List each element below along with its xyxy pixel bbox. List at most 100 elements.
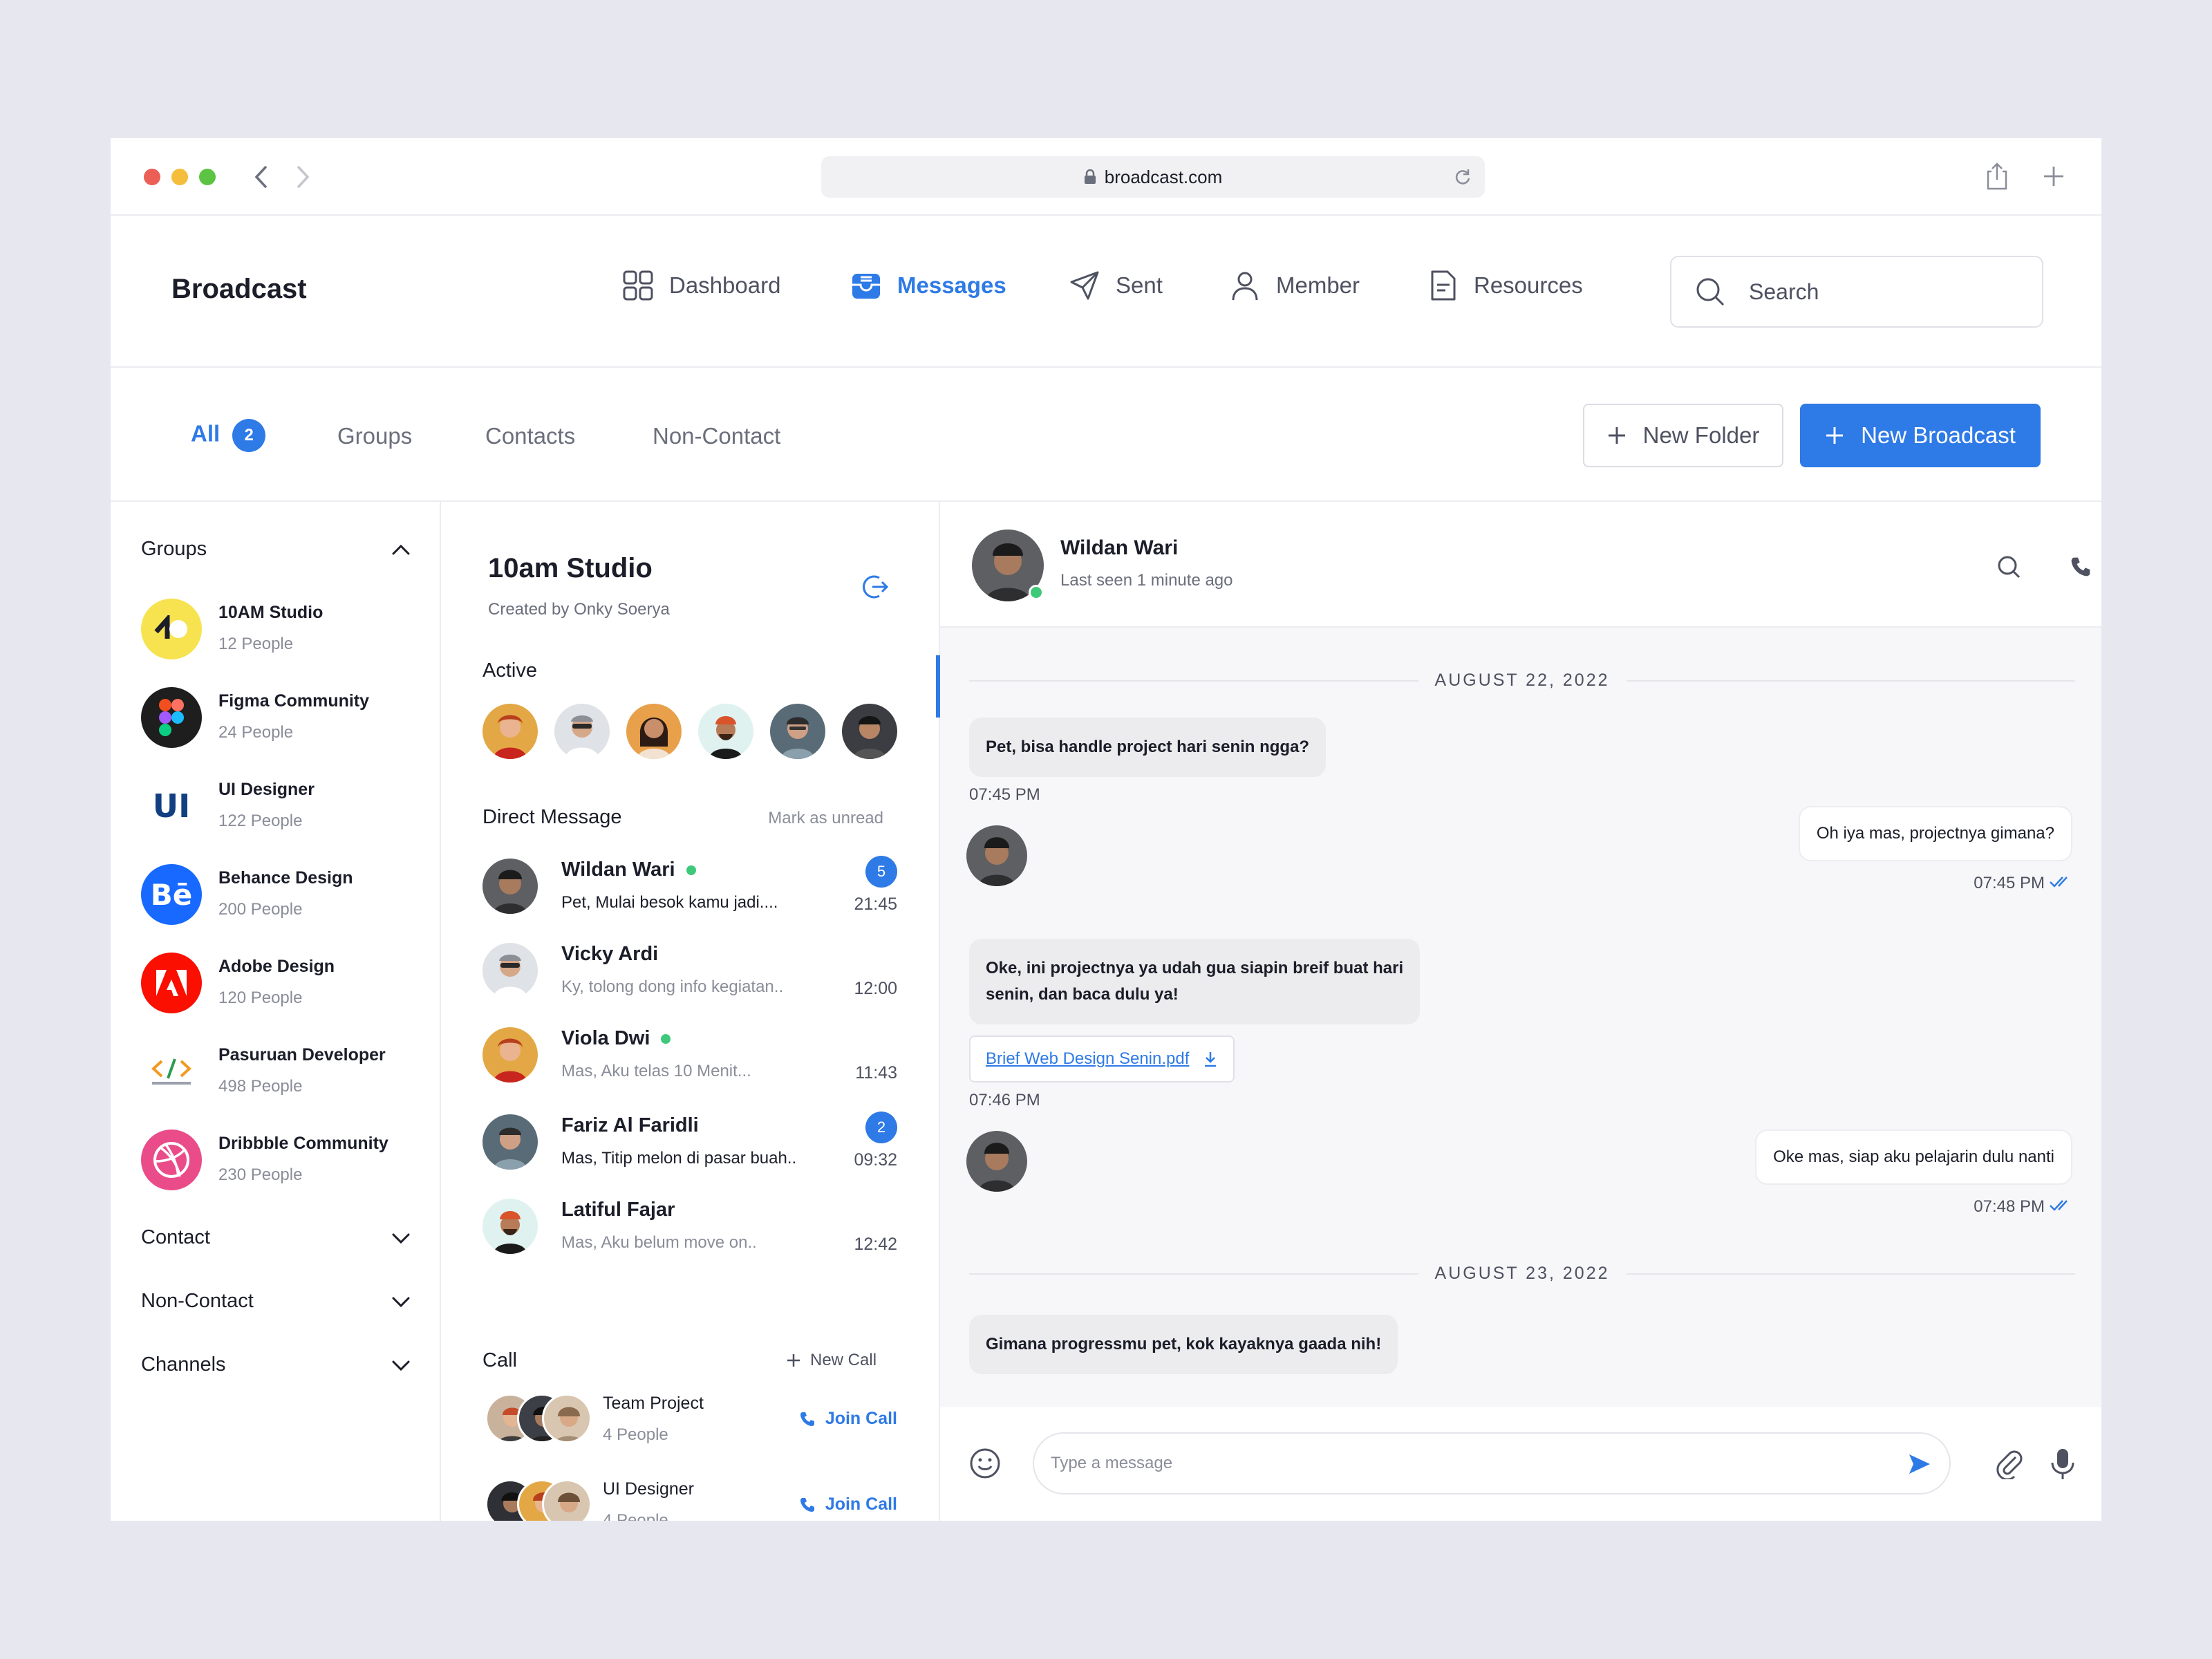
active-user-avatar[interactable] — [482, 704, 538, 759]
phone-icon — [800, 1412, 814, 1426]
chat-header: Wildan Wari Last seen 1 minute ago — [940, 502, 2101, 628]
active-user-avatar[interactable] — [554, 704, 610, 759]
nav-dashboard[interactable]: Dashboard — [622, 270, 780, 301]
dm-item-viola-dwi[interactable]: Viola Dwi Mas, Aku telas 10 Menit... 11:… — [482, 1024, 897, 1094]
group-item-figma-community[interactable]: Figma Community 24 People — [141, 687, 431, 753]
dm-item-latiful-fajar[interactable]: Latiful Fajar Mas, Aku belum move on.. 1… — [482, 1196, 897, 1265]
dm-item-vicky-ardi[interactable]: Vicky Ardi Ky, tolong dong info kegiatan… — [482, 940, 897, 1009]
group-name: 10AM Studio — [218, 603, 324, 622]
join-call-label: Join Call — [825, 1494, 897, 1514]
behance-logo: Bē — [141, 864, 202, 925]
close-window-button[interactable] — [144, 169, 160, 185]
group-creator: Created by Onky Soerya — [488, 600, 670, 619]
double-check-icon — [2050, 877, 2068, 888]
mark-as-unread-link[interactable]: Mark as unread — [718, 809, 883, 828]
reload-icon[interactable] — [1453, 167, 1472, 187]
avatar — [542, 1479, 592, 1521]
join-call-button[interactable]: Join Call — [799, 1494, 897, 1515]
group-item-pasuruan-developer[interactable]: Pasuruan Developer 498 People — [141, 1041, 431, 1107]
nav-member[interactable]: Member — [1229, 270, 1360, 301]
call-item-team-project[interactable]: Team Project 4 People Join Call — [482, 1388, 897, 1457]
phone-icon[interactable] — [2070, 556, 2092, 578]
tab-all-label: All — [191, 420, 221, 447]
double-check-icon — [2050, 1200, 2068, 1211]
sender-avatar — [966, 1131, 1027, 1192]
figma-logo — [141, 687, 202, 748]
message-time: 07:45 PM — [969, 785, 1040, 804]
forward-icon[interactable] — [294, 165, 311, 189]
active-user-avatar[interactable] — [698, 704, 753, 759]
dm-preview: Mas, Aku telas 10 Menit... — [561, 1062, 751, 1080]
new-folder-button[interactable]: New Folder — [1583, 404, 1783, 467]
app-header: Broadcast Dashboard Messages Sent Member… — [111, 216, 2101, 368]
new-call-button[interactable]: New Call — [787, 1351, 877, 1370]
address-bar[interactable]: broadcast.com — [821, 156, 1485, 198]
inbox-icon — [852, 274, 880, 299]
tab-non-contact[interactable]: Non-Contact — [653, 423, 780, 449]
call-item-ui-designer[interactable]: UI Designer 4 People Join Call — [482, 1474, 897, 1521]
leave-group-icon[interactable] — [863, 574, 889, 600]
file-attachment[interactable]: Brief Web Design Senin.pdf — [969, 1035, 1235, 1082]
microphone-icon[interactable] — [2050, 1447, 2075, 1481]
date-separator: AUGUST 22, 2022 — [969, 671, 2076, 691]
maximize-window-button[interactable] — [199, 169, 216, 185]
tab-contacts[interactable]: Contacts — [485, 423, 575, 449]
group-name: Adobe Design — [218, 957, 335, 976]
download-icon[interactable] — [1203, 1051, 1218, 1067]
back-icon[interactable] — [253, 165, 270, 189]
dm-item-wildan-wari[interactable]: Wildan Wari Pet, Mulai besok kamu jadi..… — [482, 856, 897, 925]
message-composer: Type a message — [940, 1407, 2101, 1521]
nav-sent[interactable]: Sent — [1069, 270, 1163, 301]
message-input[interactable]: Type a message — [1033, 1432, 1951, 1494]
new-tab-icon[interactable] — [2042, 165, 2065, 188]
dribbble-logo — [141, 1130, 202, 1190]
group-item-behance-design[interactable]: Bē Behance Design 200 People — [141, 864, 431, 930]
nav-resources[interactable]: Resources — [1427, 270, 1583, 301]
active-user-avatar[interactable] — [842, 704, 897, 759]
search-icon[interactable] — [1996, 554, 2021, 579]
nav-resources-label: Resources — [1474, 272, 1583, 298]
scroll-indicator[interactable] — [936, 655, 940, 718]
new-call-label: New Call — [810, 1351, 877, 1369]
search-input[interactable]: Search — [1670, 256, 2043, 328]
tab-groups[interactable]: Groups — [337, 423, 412, 449]
group-name: UI Designer — [218, 780, 315, 799]
minimize-window-button[interactable] — [171, 169, 188, 185]
groups-sidebar: Groups 10AM Studio 12 People Figma Commu… — [111, 502, 441, 1521]
group-name: Pasuruan Developer — [218, 1045, 386, 1065]
group-item-ui-designer[interactable]: UI UI Designer 122 People — [141, 776, 431, 842]
attachment-icon[interactable] — [1995, 1449, 2025, 1479]
contact-section-toggle[interactable]: Contact — [141, 1226, 411, 1249]
group-item-10am-studio[interactable]: 10AM Studio 12 People — [141, 599, 431, 665]
emoji-icon[interactable] — [969, 1447, 1001, 1479]
avatar — [482, 859, 538, 914]
group-member-count: 120 People — [218, 988, 303, 1007]
active-title: Active — [482, 659, 537, 682]
nav-messages[interactable]: Messages — [850, 270, 1006, 301]
avatar — [482, 943, 538, 998]
active-user-avatar[interactable] — [770, 704, 825, 759]
new-broadcast-button[interactable]: New Broadcast — [1800, 404, 2041, 467]
tab-all[interactable]: All 2 — [191, 419, 266, 452]
share-icon[interactable] — [1985, 162, 2009, 191]
non-contact-section-toggle[interactable]: Non-Contact — [141, 1290, 411, 1313]
call-title: Call — [482, 1349, 517, 1371]
chevron-down-icon — [392, 1360, 410, 1371]
group-item-adobe-design[interactable]: Adobe Design 120 People — [141, 953, 431, 1019]
group-item-dribbble-community[interactable]: Dribbble Community 230 People — [141, 1130, 431, 1196]
active-user-avatar[interactable] — [626, 704, 682, 759]
browser-window: broadcast.com Broadcast Dashboard Messag… — [111, 138, 2101, 1521]
channels-section-toggle[interactable]: Channels — [141, 1353, 411, 1376]
non-contact-section-title: Non-Contact — [141, 1290, 254, 1312]
avatar — [482, 1199, 538, 1254]
search-placeholder: Search — [1749, 279, 1819, 304]
plus-icon — [1608, 427, 1625, 444]
group-name: Figma Community — [218, 691, 370, 711]
plus-icon — [787, 1354, 800, 1367]
groups-section-toggle[interactable]: Groups — [141, 538, 411, 561]
sender-avatar — [966, 825, 1027, 886]
dm-item-fariz-al-faridli[interactable]: Fariz Al Faridli Mas, Titip melon di pas… — [482, 1112, 897, 1181]
send-icon[interactable] — [1908, 1453, 1931, 1475]
dm-time: 12:42 — [854, 1235, 897, 1254]
join-call-button[interactable]: Join Call — [799, 1409, 897, 1429]
